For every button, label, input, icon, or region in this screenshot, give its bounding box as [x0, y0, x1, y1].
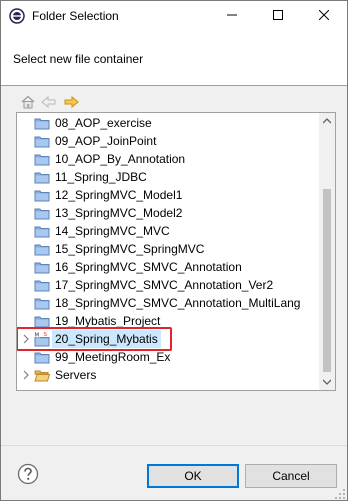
scroll-down-arrow-icon[interactable]: [319, 374, 335, 390]
folder-icon: [34, 223, 50, 239]
folder-icon: [34, 313, 50, 329]
folder-icon: [34, 259, 50, 275]
svg-text:S: S: [44, 332, 48, 338]
resize-grip-icon[interactable]: [334, 488, 346, 500]
folder-icon: [34, 295, 50, 311]
forward-icon[interactable]: [62, 93, 80, 111]
folder-tree[interactable]: 08_AOP_exercise 09_AOP_JoinPoint 10_AOP_By…: [16, 112, 336, 391]
vertical-scrollbar[interactable]: [319, 113, 335, 390]
tree-item[interactable]: 18_SpringMVC_SMVC_Annotation_MultiLang: [17, 294, 319, 312]
tree-item[interactable]: 13_SpringMVC_Model2: [17, 204, 319, 222]
minimize-icon: [227, 9, 237, 23]
maven-project-icon: MS: [34, 331, 50, 347]
tree-item-label: 16_SpringMVC_SMVC_Annotation: [55, 260, 242, 274]
tree-item[interactable]: 17_SpringMVC_SMVC_Annotation_Ver2: [17, 276, 319, 294]
footer-divider: [1, 445, 347, 446]
tree-item[interactable]: 15_SpringMVC_SpringMVC: [17, 240, 319, 258]
tree-item[interactable]: 12_SpringMVC_Model1: [17, 186, 319, 204]
back-icon[interactable]: [40, 93, 58, 111]
tree-item-label: 13_SpringMVC_Model2: [55, 206, 183, 220]
tree-item-label: 10_AOP_By_Annotation: [55, 152, 186, 166]
maximize-button[interactable]: [255, 1, 301, 31]
expand-chevron-icon[interactable]: [20, 333, 32, 345]
tree-item[interactable]: 14_SpringMVC_MVC: [17, 222, 319, 240]
tree-item[interactable]: 11_Spring_JDBC: [17, 168, 319, 186]
tree-list: 08_AOP_exercise 09_AOP_JoinPoint 10_AOP_By…: [17, 113, 319, 390]
close-button[interactable]: [301, 1, 347, 31]
tree-item-label: 18_SpringMVC_SMVC_Annotation_MultiLang: [55, 296, 301, 310]
tree-toolbar: [17, 93, 337, 111]
tree-item-label: 19_Mybatis_Project: [55, 314, 161, 328]
tree-item[interactable]: Servers: [17, 366, 319, 384]
tree-item[interactable]: 99_MeetingRoom_Ex: [17, 348, 319, 366]
folder-icon: [34, 349, 50, 365]
folder-selection-dialog: Folder Selection Select new file contain…: [0, 0, 348, 501]
folder-icon: [34, 277, 50, 293]
folder-icon: [34, 187, 50, 203]
home-icon[interactable]: [19, 93, 37, 111]
scrollbar-thumb[interactable]: [323, 189, 331, 372]
cancel-button[interactable]: Cancel: [245, 464, 337, 488]
header-divider: [1, 85, 347, 86]
tree-item-label: 12_SpringMVC_Model1: [55, 188, 183, 202]
folder-icon: [34, 205, 50, 221]
tree-item-label: Servers: [55, 368, 97, 382]
minimize-button[interactable]: [209, 1, 255, 31]
folder-icon: [34, 151, 50, 167]
folder-icon: [34, 169, 50, 185]
tree-item-label: 17_SpringMVC_SMVC_Annotation_Ver2: [55, 278, 274, 292]
title-bar[interactable]: Folder Selection: [1, 1, 347, 31]
ok-button[interactable]: OK: [147, 464, 239, 488]
tree-item-label: 14_SpringMVC_MVC: [55, 224, 170, 238]
tree-item-label: 11_Spring_JDBC: [55, 170, 147, 184]
folder-icon: [34, 115, 50, 131]
open-folder-icon: [34, 367, 51, 383]
folder-icon: [34, 241, 50, 257]
maximize-icon: [273, 9, 283, 23]
svg-text:M: M: [35, 333, 40, 339]
window-title: Folder Selection: [32, 9, 119, 23]
folder-icon: [34, 133, 50, 149]
tree-item-label: 99_MeetingRoom_Ex: [55, 350, 171, 364]
tree-item[interactable]: 16_SpringMVC_SMVC_Annotation: [17, 258, 319, 276]
tree-item[interactable]: 09_AOP_JoinPoint: [17, 132, 319, 150]
tree-item-label: 09_AOP_JoinPoint: [55, 134, 157, 148]
tree-item-label: 08_AOP_exercise: [55, 116, 152, 130]
dialog-header: Select new file container: [1, 31, 347, 85]
tree-item[interactable]: 08_AOP_exercise: [17, 114, 319, 132]
eclipse-icon: [9, 8, 25, 24]
help-icon[interactable]: [17, 463, 39, 485]
tree-item-label: 15_SpringMVC_SpringMVC: [55, 242, 205, 256]
tree-item-selected[interactable]: M S 20_Spring_Mybatis: [17, 327, 319, 351]
close-icon: [318, 9, 330, 23]
scroll-up-arrow-icon[interactable]: [319, 113, 335, 129]
tree-item-label: 20_Spring_Mybatis: [52, 330, 161, 348]
expand-chevron-icon[interactable]: [20, 369, 32, 381]
tree-item[interactable]: 10_AOP_By_Annotation: [17, 150, 319, 168]
tree-item[interactable]: 19_Mybatis_Project: [17, 312, 319, 330]
header-message: Select new file container: [13, 52, 144, 66]
